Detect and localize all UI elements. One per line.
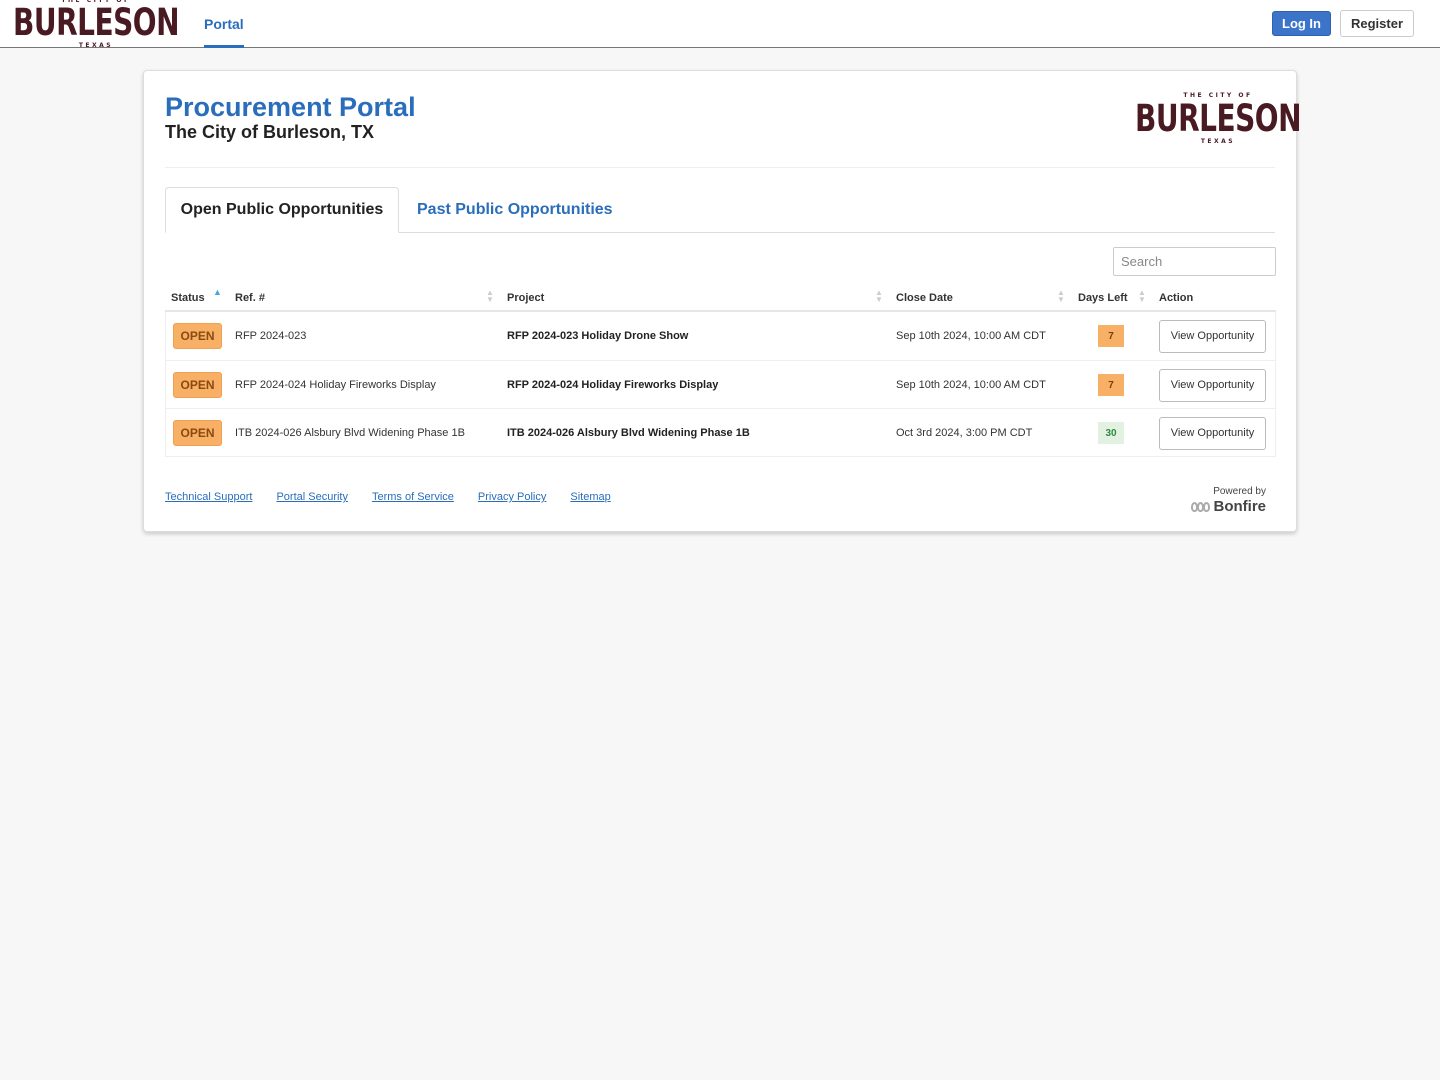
days-left-badge: 30 [1098,422,1124,444]
bonfire-brand: Bonfire [1213,498,1267,515]
header-divider [165,167,1275,168]
tab-past-opportunities[interactable]: Past Public Opportunities [417,187,613,233]
column-header-ref[interactable]: Ref. # [235,283,265,312]
ref-cell: RFP 2024-023 [235,330,307,342]
footer-link-sitemap[interactable]: Sitemap [570,491,610,503]
tab-open-opportunities[interactable]: Open Public Opportunities [165,187,399,233]
city-logo-large: THE CITY OF BURLESON TEXAS [1135,93,1302,145]
sort-icon[interactable]: ▲ ▼ [485,288,495,304]
table-row: OPEN RFP 2024-023 RFP 2024-023 Holiday D… [166,312,1275,360]
project-cell: RFP 2024-024 Holiday Fireworks Display [507,379,719,391]
search-input[interactable] [1113,247,1276,276]
footer-link-technical-support[interactable]: Technical Support [165,491,252,503]
ref-cell: ITB 2024-026 Alsbury Blvd Widening Phase… [235,427,465,439]
column-header-project[interactable]: Project [507,283,544,312]
ref-cell: RFP 2024-024 Holiday Fireworks Display [235,379,436,391]
close-date-cell: Sep 10th 2024, 10:00 AM CDT [896,379,1046,391]
table-row: OPEN RFP 2024-024 Holiday Fireworks Disp… [166,360,1275,408]
page-title: Procurement Portal [165,92,416,122]
status-badge: OPEN [173,372,222,398]
sort-icon[interactable]: ▲ ▼ [1137,288,1147,304]
logo-main-text: BURLESON [13,0,180,45]
procurement-card: Procurement Portal The City of Burleson,… [143,70,1302,532]
project-cell: RFP 2024-023 Holiday Drone Show [507,330,689,342]
status-badge: OPEN [173,420,222,446]
footer-link-terms-of-service[interactable]: Terms of Service [372,491,454,503]
powered-by-label: Powered by [1213,486,1266,497]
days-left-badge: 7 [1098,374,1124,396]
column-label: Close Date [896,291,953,304]
column-label: Action [1159,291,1194,304]
footer-link-privacy-policy[interactable]: Privacy Policy [478,491,546,503]
register-button[interactable]: Register [1340,10,1414,37]
column-header-days-left[interactable]: Days Left [1078,283,1128,312]
column-label: Status [171,291,205,304]
login-button[interactable]: Log In [1272,11,1331,36]
status-badge: OPEN [173,323,222,349]
footer-link-portal-security[interactable]: Portal Security [276,491,348,503]
nav-portal-link[interactable]: Portal [204,0,244,48]
column-label: Ref. # [235,291,265,304]
sort-icon[interactable]: ▲ ▼ [1056,288,1066,304]
column-header-status[interactable]: Status [171,283,205,312]
view-opportunity-button[interactable]: View Opportunity [1159,319,1266,353]
bonfire-logo-icon [1190,501,1210,512]
close-date-cell: Oct 3rd 2024, 3:00 PM CDT [896,427,1033,439]
logo-main-text: BURLESON [1135,96,1302,141]
sort-icon[interactable]: ▲ ▼ [874,288,884,304]
opportunity-tabs: Open Public Opportunities Past Public Op… [165,187,1275,233]
sort-ascending-icon[interactable]: ▲ [213,287,222,297]
column-label: Days Left [1078,291,1128,304]
view-opportunity-button[interactable]: View Opportunity [1159,368,1266,402]
page-subtitle: The City of Burleson, TX [165,122,375,142]
top-navbar: THE CITY OF BURLESON TEXAS Portal Log In… [0,0,1440,49]
project-cell: ITB 2024-026 Alsbury Blvd Widening Phase… [507,427,750,439]
column-label: Project [507,291,545,304]
column-header-action: Action [1159,283,1193,312]
days-left-badge: 7 [1098,325,1124,347]
close-date-cell: Sep 10th 2024, 10:00 AM CDT [896,330,1046,342]
footer-links: Technical Support Portal Security Terms … [165,491,611,503]
table-body: OPEN RFP 2024-023 RFP 2024-023 Holiday D… [165,312,1276,457]
view-opportunity-button[interactable]: View Opportunity [1159,416,1266,450]
powered-by-bonfire[interactable]: Powered by Bonfire [1186,486,1266,515]
table-header: Status ▲ Ref. # ▲ ▼ Project ▲ ▼ Close Date… [165,283,1276,312]
city-logo[interactable]: THE CITY OF BURLESON TEXAS [13,0,180,49]
opportunities-table: Status ▲ Ref. # ▲ ▼ Project ▲ ▼ Close Date… [165,283,1276,457]
table-row: OPEN ITB 2024-026 Alsbury Blvd Widening … [166,408,1275,456]
column-header-close-date[interactable]: Close Date [896,283,953,312]
